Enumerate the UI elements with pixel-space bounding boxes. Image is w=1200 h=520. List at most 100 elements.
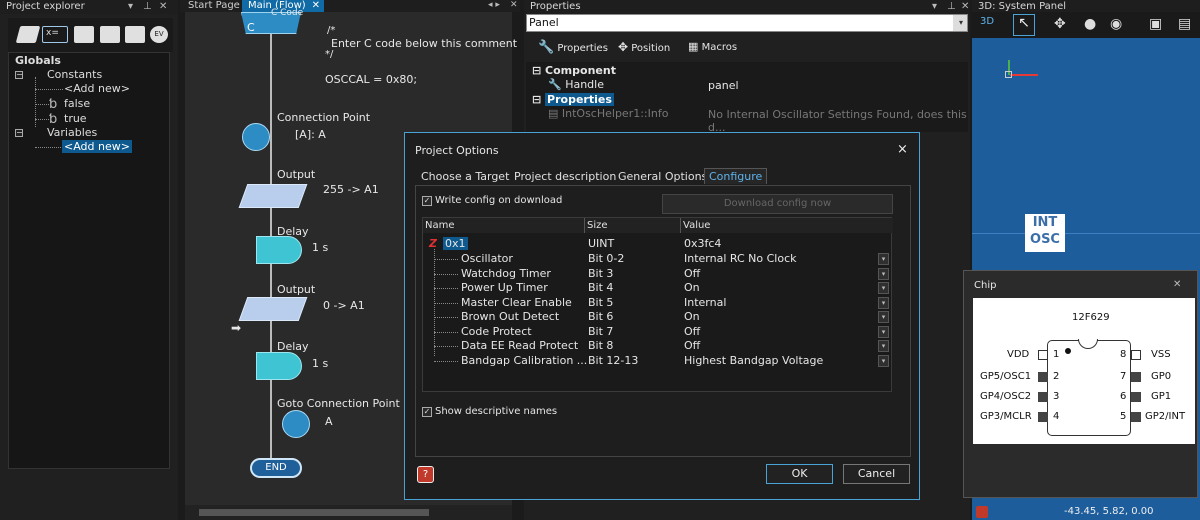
- component-icon[interactable]: [125, 26, 145, 43]
- pointer-icon[interactable]: ↖: [1013, 14, 1035, 36]
- collapse-icon[interactable]: −: [15, 71, 23, 79]
- config-row-value[interactable]: Off: [684, 325, 700, 338]
- ok-button[interactable]: OK: [766, 464, 833, 484]
- write-config-checkbox[interactable]: ✓: [422, 196, 432, 206]
- dropdown-icon[interactable]: ▾: [128, 0, 133, 14]
- macros-button[interactable]: ▦ Macros: [688, 40, 737, 53]
- tree-constants-add[interactable]: <Add new>: [64, 82, 130, 95]
- config-row-name[interactable]: Brown Out Detect: [461, 310, 559, 323]
- properties-button[interactable]: 🔧 Properties: [538, 40, 608, 55]
- collapse-icon[interactable]: −: [15, 129, 23, 137]
- handle-row[interactable]: 🔧 Handle: [548, 78, 604, 91]
- chip-pin[interactable]: [1038, 412, 1048, 422]
- config-row-value[interactable]: On: [684, 281, 700, 294]
- layout-icon[interactable]: ▤: [1178, 16, 1191, 32]
- camera-icon[interactable]: ◉: [1110, 16, 1122, 32]
- chip-pin[interactable]: [1131, 412, 1141, 422]
- move-icon[interactable]: ✥: [1054, 16, 1066, 32]
- tree-variables-add[interactable]: <Add new>: [62, 140, 132, 153]
- position-button[interactable]: ✥ Position: [618, 40, 670, 54]
- close-icon[interactable]: ✕: [510, 0, 518, 10]
- chip-pin[interactable]: [1131, 372, 1141, 382]
- tab-scroll-icon[interactable]: ◂ ▸: [488, 0, 500, 10]
- connection-point-icon[interactable]: [242, 123, 270, 151]
- component-combo[interactable]: Panel ▾: [526, 14, 968, 32]
- chip-pin[interactable]: [1038, 372, 1048, 382]
- chevron-down-icon[interactable]: ▾: [878, 296, 889, 309]
- goto-connection-icon[interactable]: [282, 410, 310, 438]
- config-row-name[interactable]: Master Clear Enable: [461, 296, 572, 309]
- handle-value[interactable]: panel: [708, 79, 739, 92]
- chip-pin[interactable]: [1131, 350, 1141, 360]
- tree-constants[interactable]: Constants: [47, 68, 102, 81]
- int-osc-component[interactable]: INT OSC: [1025, 214, 1065, 252]
- close-icon[interactable]: ×: [897, 142, 908, 157]
- ev-icon[interactable]: EV: [150, 26, 168, 43]
- pin-icon[interactable]: ⊥: [947, 0, 956, 14]
- section-properties[interactable]: ⊟ Properties: [532, 93, 614, 106]
- column-header-name[interactable]: Name: [423, 218, 585, 233]
- chip-pin[interactable]: [1038, 350, 1048, 360]
- config-row-name[interactable]: Oscillator: [461, 252, 513, 265]
- close-icon[interactable]: ✕: [159, 0, 167, 14]
- close-icon[interactable]: ✕: [961, 0, 969, 14]
- download-config-button[interactable]: Download config now: [662, 194, 893, 214]
- help-icon[interactable]: ?: [417, 466, 434, 483]
- delay-icon[interactable]: [256, 352, 302, 380]
- root-name[interactable]: 0x1: [443, 237, 468, 250]
- tag-3d[interactable]: 3D: [980, 16, 994, 27]
- delay-icon[interactable]: [256, 236, 302, 264]
- config-row-name[interactable]: Bandgap Calibration ...: [461, 354, 587, 367]
- view-icon[interactable]: ▣: [1149, 16, 1162, 32]
- tab-choose-target[interactable]: Choose a Target: [421, 170, 509, 183]
- tab-general-options[interactable]: General Options: [618, 170, 707, 183]
- cancel-button[interactable]: Cancel: [843, 464, 910, 484]
- chevron-down-icon[interactable]: ▾: [878, 253, 889, 265]
- config-row-value[interactable]: Internal: [684, 296, 726, 309]
- chevron-down-icon[interactable]: ▾: [878, 325, 889, 338]
- output-icon[interactable]: [238, 297, 308, 321]
- parallelogram-icon[interactable]: [15, 26, 41, 43]
- section-component[interactable]: ⊟ Component: [532, 64, 616, 77]
- chevron-down-icon[interactable]: ▾: [878, 282, 889, 294]
- chip-pin[interactable]: [1038, 392, 1048, 402]
- config-row-value[interactable]: Highest Bandgap Voltage: [684, 354, 823, 367]
- pin-icon[interactable]: ⊥: [143, 0, 152, 14]
- rotate-icon[interactable]: ●: [1084, 16, 1096, 32]
- column-header-size[interactable]: Size: [585, 218, 681, 233]
- tree-const-false[interactable]: false: [64, 97, 90, 110]
- end-terminator[interactable]: END: [250, 458, 302, 478]
- config-row-name[interactable]: Data EE Read Protect: [461, 339, 578, 352]
- config-row-value[interactable]: Off: [684, 267, 700, 280]
- chevron-down-icon[interactable]: ▾: [878, 340, 889, 352]
- variables-icon[interactable]: x=: [42, 26, 68, 43]
- tree-const-true[interactable]: true: [64, 112, 87, 125]
- dropdown-icon[interactable]: ▾: [932, 0, 937, 14]
- column-header-value[interactable]: Value: [681, 218, 893, 233]
- chevron-down-icon[interactable]: ▾: [878, 267, 889, 280]
- output-icon[interactable]: [238, 184, 308, 208]
- info-row[interactable]: ▤ IntOscHelper1::Info: [548, 107, 668, 120]
- help-icon[interactable]: [976, 506, 988, 518]
- tree-globals[interactable]: Globals: [15, 54, 61, 67]
- close-icon[interactable]: ✕: [312, 0, 320, 12]
- chevron-down-icon[interactable]: ▾: [878, 311, 889, 323]
- chip-pin[interactable]: [1131, 392, 1141, 402]
- tab-project-description[interactable]: Project description: [514, 170, 616, 183]
- config-row-value[interactable]: On: [684, 310, 700, 323]
- chevron-down-icon[interactable]: ▾: [953, 15, 967, 31]
- tree-variables[interactable]: Variables: [47, 126, 97, 139]
- config-row-value[interactable]: Internal RC No Clock: [684, 252, 797, 265]
- close-icon[interactable]: ✕: [1173, 279, 1181, 290]
- config-row-name[interactable]: Watchdog Timer: [461, 267, 551, 280]
- calc-icon[interactable]: [74, 26, 94, 43]
- horizontal-scrollbar[interactable]: [185, 505, 512, 520]
- macro-icon[interactable]: [100, 26, 120, 43]
- tab-configure[interactable]: Configure: [704, 168, 768, 184]
- scrollbar-thumb[interactable]: [199, 509, 429, 516]
- chevron-down-icon[interactable]: ▾: [878, 354, 889, 367]
- config-row-value[interactable]: Off: [684, 339, 700, 352]
- config-row-name[interactable]: Code Protect: [461, 325, 532, 338]
- config-row-name[interactable]: Power Up Timer: [461, 281, 548, 294]
- tab-start-page[interactable]: Start Page: [182, 0, 246, 12]
